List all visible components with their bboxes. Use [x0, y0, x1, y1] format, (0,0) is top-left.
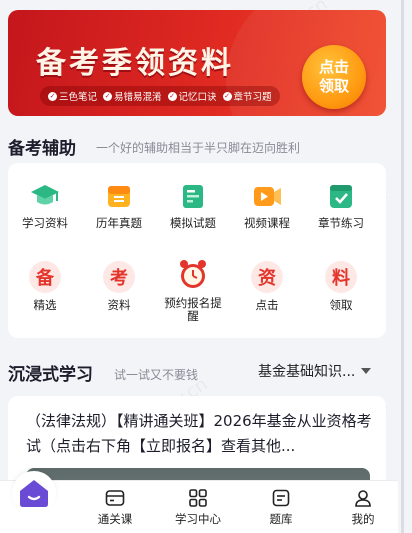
banner-tag: ✓ 易错易混淆 — [103, 91, 162, 103]
grid-item-featured[interactable]: 备 精选 — [8, 261, 82, 312]
grid-item-claim[interactable]: 料 领取 — [304, 261, 378, 312]
test-paper-icon — [178, 181, 208, 211]
claim-button[interactable]: 点击领取 — [302, 45, 366, 109]
banner-tag: ✓ 记忆口诀 — [167, 91, 217, 103]
alarm-clock-icon — [176, 257, 210, 291]
grid-item-video-courses[interactable]: 视频课程 — [230, 181, 304, 230]
check-icon: ✓ — [48, 91, 57, 101]
grid-item-click[interactable]: 资 点击 — [230, 261, 304, 312]
char-liao-icon: 料 — [325, 261, 357, 293]
grid-item-study-materials[interactable]: 学习资料 — [8, 181, 82, 230]
check-icon: ✓ — [167, 91, 177, 101]
document-icon — [272, 489, 290, 507]
section-subtitle-support: 一个好的辅助相当于半只脚在迈向胜利 — [96, 141, 301, 155]
nav-pass-course[interactable]: 通关课 — [80, 489, 150, 527]
grid-item-materials[interactable]: 考 资料 — [82, 261, 156, 312]
section-title-immersive: 沉浸式学习 — [8, 365, 93, 385]
banner-title: 备考季领资料 — [36, 46, 234, 81]
video-play-icon — [252, 181, 282, 211]
banner-tag: ✓ 三色笔记 — [48, 91, 98, 103]
shortcut-grid: 学习资料 历年真题 模拟试题 视频课程 章节练习 备 精选 考 资料 预约报名提… — [8, 163, 386, 338]
checklist-icon — [326, 181, 356, 211]
nav-study-center[interactable]: 学习中心 — [163, 489, 233, 527]
section-title-support: 备考辅助 — [8, 139, 76, 159]
grid-item-past-papers[interactable]: 历年真题 — [82, 181, 156, 230]
subject-dropdown[interactable]: 基金基础知识... — [258, 361, 372, 381]
scrollbar[interactable] — [401, 0, 404, 533]
char-bei-icon: 备 — [29, 261, 61, 293]
grid-item-mock-tests[interactable]: 模拟试题 — [156, 181, 230, 230]
char-kao-icon: 考 — [103, 261, 135, 293]
nav-profile[interactable]: 我的 — [328, 489, 398, 527]
card-icon — [105, 490, 125, 506]
banner-tag: ✓ 章节习题 — [222, 91, 272, 103]
grid-icon — [189, 489, 207, 507]
nav-home[interactable] — [12, 471, 56, 515]
subject-dropdown-value: 基金基础知识... — [258, 364, 356, 380]
bottom-nav: 通关课 学习中心 题库 我的 — [0, 471, 398, 533]
section-subtitle-immersive: 试一试又不要钱 — [114, 368, 199, 382]
check-icon: ✓ — [222, 91, 232, 101]
user-icon — [355, 490, 371, 507]
graduation-cap-icon — [30, 181, 60, 211]
char-zi-icon: 资 — [251, 261, 283, 293]
home-icon — [20, 480, 48, 507]
grid-item-registration-reminder[interactable]: 预约报名提醒 — [156, 257, 230, 323]
course-title: （法律法规）【精讲通关班】2026年基金从业资格考试（点击右下角【立即报名】查看… — [26, 412, 372, 455]
caret-down-icon — [361, 368, 372, 374]
promo-banner[interactable]: 备考季领资料 ✓ 三色笔记 ✓ 易错易混淆 ✓ 记忆口诀 ✓ 章节习题 点击领取 — [8, 10, 386, 116]
check-icon: ✓ — [103, 91, 113, 101]
banner-tag-row: ✓ 三色笔记 ✓ 易错易混淆 ✓ 记忆口诀 ✓ 章节习题 — [40, 86, 280, 106]
gift-box-icon — [104, 181, 134, 211]
grid-item-chapter-practice[interactable]: 章节练习 — [304, 181, 378, 230]
nav-question-bank[interactable]: 题库 — [246, 489, 316, 527]
